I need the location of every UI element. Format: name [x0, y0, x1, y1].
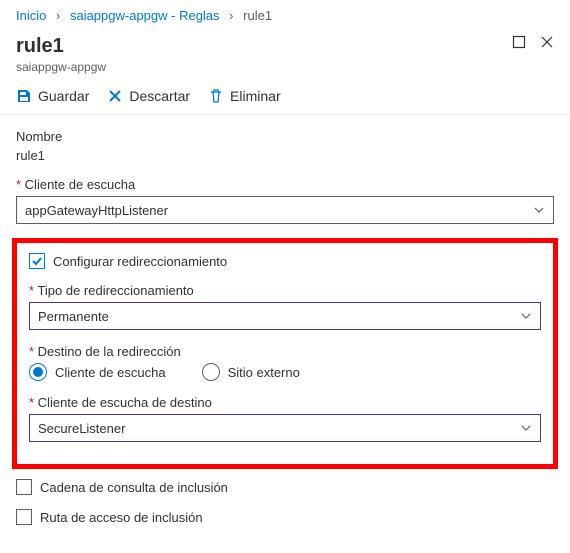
page-subtitle: saiappgw-appgw [16, 60, 106, 74]
page-title: rule1 [16, 35, 106, 58]
close-icon[interactable] [540, 35, 554, 49]
redirect-type-select[interactable]: Permanente [29, 302, 541, 330]
restore-icon[interactable] [512, 35, 526, 49]
breadcrumb-link[interactable]: saiappgw-appgw - Reglas [70, 8, 220, 23]
delete-icon [208, 88, 224, 104]
target-listener-radio[interactable] [29, 363, 47, 381]
name-value: rule1 [16, 148, 554, 163]
discard-label: Descartar [129, 88, 190, 104]
save-label: Guardar [38, 88, 89, 104]
target-external-option[interactable]: Sitio externo [202, 363, 300, 381]
listener-label: Cliente de escucha [16, 177, 554, 192]
listener-value: appGatewayHttpListener [25, 203, 168, 218]
discard-button[interactable]: Descartar [107, 88, 190, 104]
save-icon [16, 88, 32, 104]
target-external-label: Sitio externo [228, 365, 300, 380]
chevron-down-icon [520, 422, 532, 434]
breadcrumb: Inicio › saiappgw-appgw - Reglas › rule1 [0, 0, 570, 31]
delete-label: Eliminar [230, 88, 281, 104]
redirect-target-label: Destino de la redirección [29, 344, 541, 359]
discard-icon [107, 88, 123, 104]
configure-redirect-checkbox[interactable] [29, 253, 45, 269]
target-listener-value: SecureListener [38, 421, 125, 436]
target-listener-option[interactable]: Cliente de escucha [29, 363, 166, 381]
include-path-checkbox[interactable] [16, 509, 32, 525]
highlight-box: Configurar redireccionamiento Tipo de re… [12, 238, 558, 469]
redirect-type-value: Permanente [38, 309, 109, 324]
include-query-label: Cadena de consulta de inclusión [40, 480, 228, 495]
target-external-radio[interactable] [202, 363, 220, 381]
listener-select[interactable]: appGatewayHttpListener [16, 196, 554, 224]
target-listener-label: Cliente de escucha [55, 365, 166, 380]
include-query-checkbox[interactable] [16, 479, 32, 495]
form: Nombre rule1 Cliente de escucha appGatew… [0, 115, 570, 553]
delete-button[interactable]: Eliminar [208, 88, 281, 104]
include-path-label: Ruta de acceso de inclusión [40, 510, 203, 525]
target-listener-field-label: Cliente de escucha de destino [29, 395, 541, 410]
include-query-row: Cadena de consulta de inclusión [16, 479, 554, 495]
configure-redirect-row: Configurar redireccionamiento [29, 253, 541, 269]
header: rule1 saiappgw-appgw [0, 31, 570, 80]
chevron-right-icon: › [56, 8, 60, 23]
target-listener-select[interactable]: SecureListener [29, 414, 541, 442]
name-label: Nombre [16, 129, 554, 144]
toolbar: Guardar Descartar Eliminar [0, 80, 570, 115]
chevron-down-icon [533, 204, 545, 216]
include-path-row: Ruta de acceso de inclusión [16, 509, 554, 525]
save-button[interactable]: Guardar [16, 88, 89, 104]
breadcrumb-home[interactable]: Inicio [16, 8, 46, 23]
chevron-right-icon: › [229, 8, 233, 23]
configure-redirect-label: Configurar redireccionamiento [53, 254, 227, 269]
redirect-type-label: Tipo de redireccionamiento [29, 283, 541, 298]
chevron-down-icon [520, 310, 532, 322]
breadcrumb-current: rule1 [243, 8, 272, 23]
